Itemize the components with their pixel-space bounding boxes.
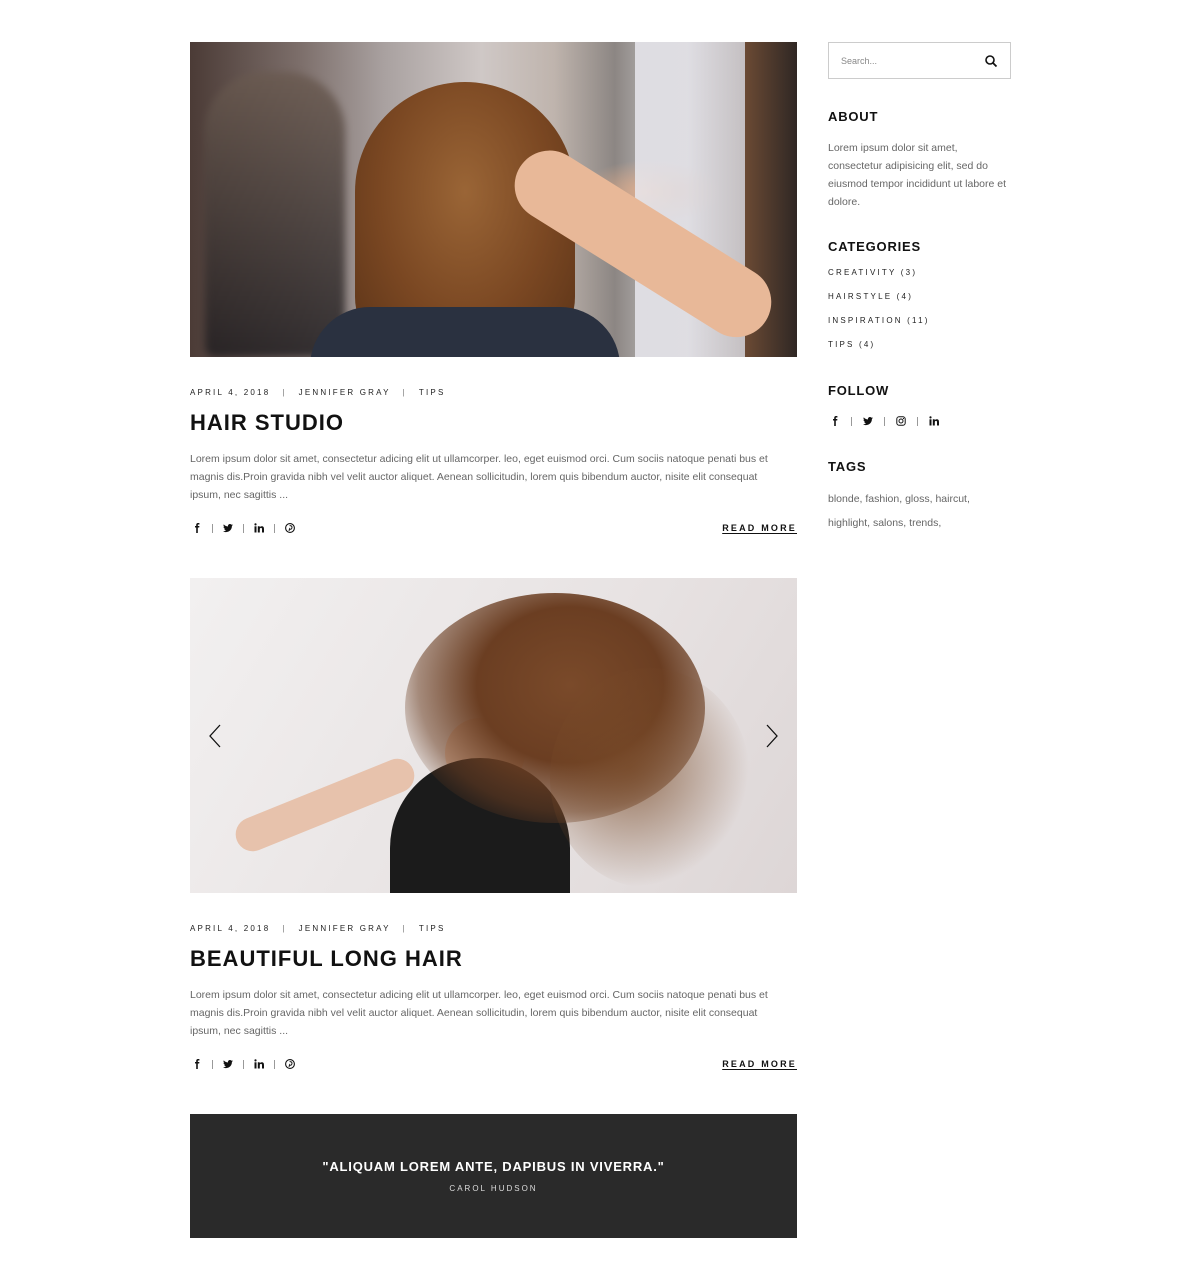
about-text: Lorem ipsum dolor sit amet, consectetur …: [828, 142, 1007, 208]
post-author[interactable]: JENNIFER GRAY: [299, 924, 391, 933]
blog-post: APRIL 4, 2018 | JENNIFER GRAY | TIPS BEA…: [190, 578, 797, 1071]
post-meta: APRIL 4, 2018 | JENNIFER GRAY | TIPS: [190, 387, 446, 397]
tag-link[interactable]: trends,: [909, 517, 941, 529]
blog-post: APRIL 4, 2018 | JENNIFER GRAY | TIPS HAI…: [190, 42, 797, 535]
quote-post[interactable]: "ALIQUAM LOREM ANTE, DAPIBUS IN VIVERRA.…: [190, 1114, 797, 1238]
follow-links: [828, 414, 1011, 428]
facebook-icon[interactable]: [828, 414, 842, 428]
about-widget: ABOUT Lorem ipsum dolor sit amet, consec…: [828, 109, 1011, 211]
post-footer: READ MORE: [190, 1057, 797, 1071]
instagram-icon[interactable]: [894, 414, 908, 428]
post-category[interactable]: TIPS: [419, 924, 446, 933]
post-title[interactable]: HAIR STUDIO: [190, 408, 797, 438]
post-date[interactable]: APRIL 4, 2018: [190, 388, 270, 397]
post-category[interactable]: TIPS: [419, 388, 446, 397]
post-image-hair-studio[interactable]: [190, 42, 797, 357]
share-links: [190, 521, 297, 535]
facebook-icon[interactable]: [190, 1057, 204, 1071]
tag-link[interactable]: salons,: [873, 517, 906, 529]
follow-widget: FOLLOW: [828, 383, 1011, 428]
quote-author: CAROL HUDSON: [449, 1184, 538, 1193]
widget-title: CATEGORIES: [828, 239, 921, 254]
twitter-icon[interactable]: [221, 521, 235, 535]
tag-link[interactable]: haircut,: [935, 493, 969, 505]
tag-link[interactable]: blonde,: [828, 493, 862, 505]
widget-title: ABOUT: [828, 109, 879, 124]
twitter-icon[interactable]: [221, 1057, 235, 1071]
post-date[interactable]: APRIL 4, 2018: [190, 924, 270, 933]
sidebar: ABOUT Lorem ipsum dolor sit amet, consec…: [828, 42, 1011, 535]
share-links: [190, 1057, 297, 1071]
chevron-right-icon[interactable]: [763, 723, 781, 749]
post-author[interactable]: JENNIFER GRAY: [299, 388, 391, 397]
linkedin-icon[interactable]: [927, 414, 941, 428]
search-widget: [828, 42, 1011, 79]
post-title[interactable]: BEAUTIFUL LONG HAIR: [190, 944, 797, 974]
category-item[interactable]: TIPS (4): [828, 340, 1011, 364]
facebook-icon[interactable]: [190, 521, 204, 535]
category-item[interactable]: CREATIVITY (3): [828, 268, 1011, 292]
read-more-link[interactable]: READ MORE: [722, 523, 797, 533]
tag-link[interactable]: highlight,: [828, 517, 870, 529]
tags-widget: TAGS blonde, fashion, gloss, haircut, hi…: [828, 459, 1011, 535]
chevron-left-icon[interactable]: [206, 723, 224, 749]
linkedin-icon[interactable]: [252, 1057, 266, 1071]
twitter-icon[interactable]: [861, 414, 875, 428]
tag-cloud: blonde, fashion, gloss, haircut, highlig…: [828, 487, 988, 535]
category-list: CREATIVITY (3) HAIRSTYLE (4) INSPIRATION…: [828, 268, 1011, 364]
post-excerpt: Lorem ipsum dolor sit amet, consectetur …: [190, 989, 768, 1037]
category-item[interactable]: INSPIRATION (11): [828, 316, 1011, 340]
search-input[interactable]: [841, 55, 971, 66]
tag-link[interactable]: fashion,: [865, 493, 902, 505]
pinterest-icon[interactable]: [283, 521, 297, 535]
categories-widget: CATEGORIES CREATIVITY (3) HAIRSTYLE (4) …: [828, 239, 1011, 364]
read-more-link[interactable]: READ MORE: [722, 1059, 797, 1069]
post-footer: READ MORE: [190, 521, 797, 535]
tag-link[interactable]: gloss,: [905, 493, 932, 505]
pinterest-icon[interactable]: [283, 1057, 297, 1071]
post-excerpt: Lorem ipsum dolor sit amet, consectetur …: [190, 453, 768, 501]
widget-title: TAGS: [828, 459, 867, 474]
post-meta: APRIL 4, 2018 | JENNIFER GRAY | TIPS: [190, 923, 446, 933]
post-image-slider[interactable]: [190, 578, 797, 893]
linkedin-icon[interactable]: [252, 521, 266, 535]
widget-title: FOLLOW: [828, 383, 890, 398]
quote-text: "ALIQUAM LOREM ANTE, DAPIBUS IN VIVERRA.…: [322, 1159, 665, 1174]
category-item[interactable]: HAIRSTYLE (4): [828, 292, 1011, 316]
search-icon[interactable]: [984, 54, 998, 68]
blog-main-column: APRIL 4, 2018 | JENNIFER GRAY | TIPS HAI…: [190, 42, 797, 1238]
